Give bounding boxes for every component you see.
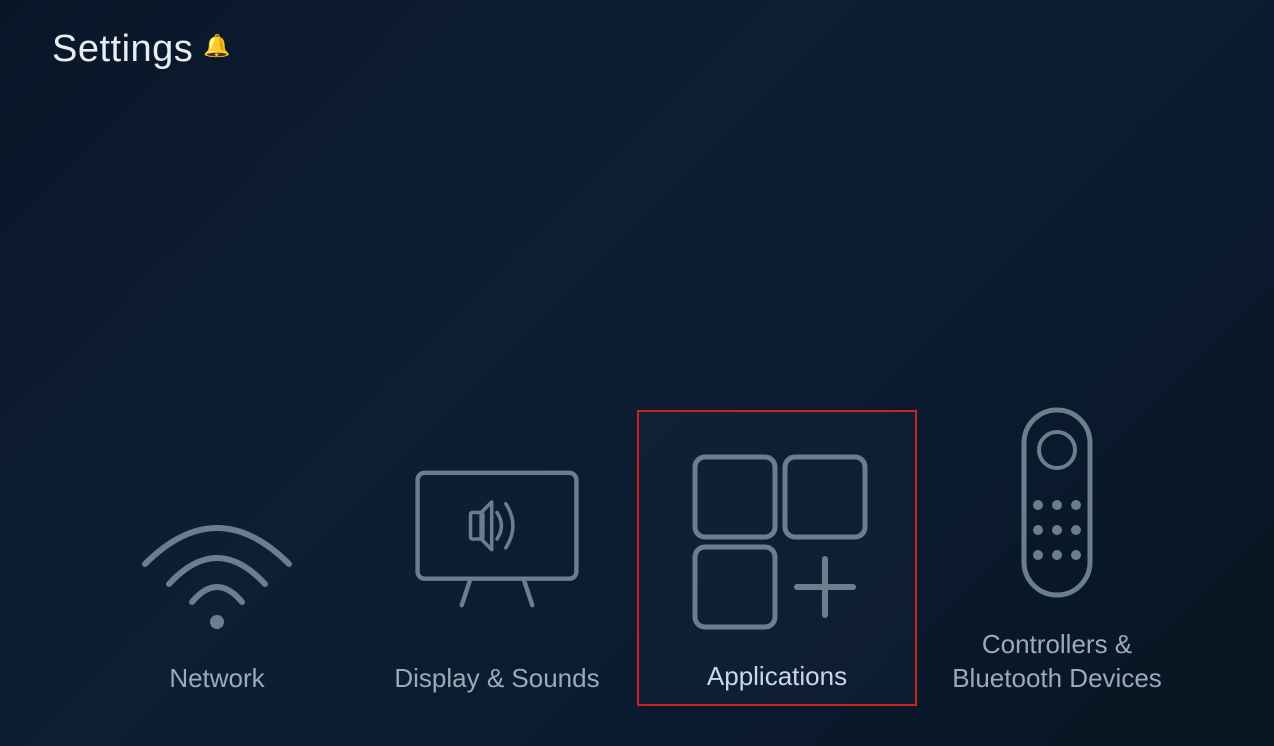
page-title: Settings 🔔: [52, 28, 231, 71]
applications-label: Applications: [707, 660, 847, 694]
display-sounds-icon: [397, 434, 597, 644]
settings-item-applications[interactable]: Applications: [637, 410, 917, 706]
controllers-label: Controllers & Bluetooth Devices: [927, 628, 1187, 696]
settings-item-display-sounds[interactable]: Display & Sounds: [357, 414, 637, 706]
settings-title-text: Settings: [52, 28, 193, 71]
applications-icon: [677, 432, 877, 642]
controllers-icon: [957, 400, 1157, 610]
settings-item-network[interactable]: Network: [77, 464, 357, 706]
settings-item-controllers[interactable]: Controllers & Bluetooth Devices: [917, 380, 1197, 706]
network-label: Network: [169, 662, 264, 696]
network-icon: [127, 484, 307, 644]
notification-bell-icon: 🔔: [203, 33, 231, 59]
settings-items-container: Network Display & Sounds: [0, 380, 1274, 706]
display-sounds-label: Display & Sounds: [394, 662, 599, 696]
